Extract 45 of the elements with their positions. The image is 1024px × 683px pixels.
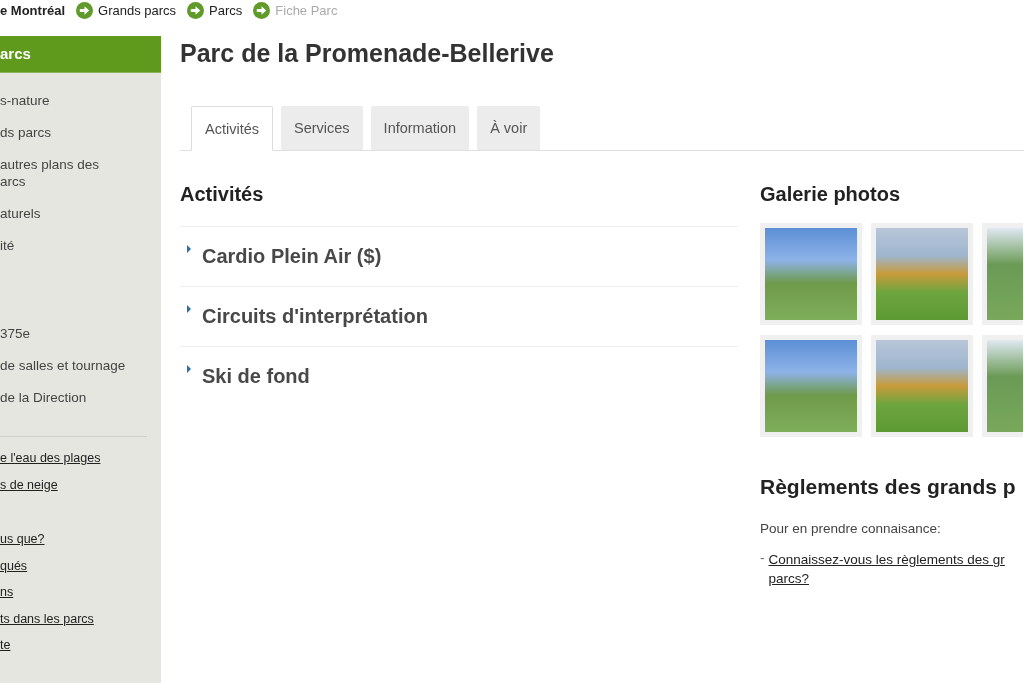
sidebar-title: arcs xyxy=(0,36,161,73)
activity-link[interactable]: Circuits d'interprétation xyxy=(202,304,428,328)
page-title: Parc de la Promenade-Bellerive xyxy=(180,38,555,69)
arrow-circle-icon xyxy=(253,1,271,19)
sidebar-item[interactable]: de salles et tournage xyxy=(0,350,161,382)
triangle-icon xyxy=(187,245,191,253)
tab[interactable]: À voir xyxy=(477,106,541,150)
section-heading: Galerie photos xyxy=(760,182,902,206)
tab[interactable]: Activités xyxy=(191,106,273,151)
intro-text: Pour en prendre connaisance: xyxy=(760,521,942,536)
photo-placeholder[interactable] xyxy=(982,335,1023,437)
tab[interactable]: Information xyxy=(370,106,470,150)
breadcrumb-link[interactable]: Parcs xyxy=(209,2,243,18)
activity-link[interactable]: Ski de fond xyxy=(202,364,310,388)
sidebar-link[interactable]: us que? xyxy=(0,532,45,546)
photo-placeholder[interactable] xyxy=(760,335,862,437)
arrow-circle-icon xyxy=(76,1,93,19)
section-heading: Règlements des grands p xyxy=(760,475,1017,499)
sidebar-item[interactable]: ds parcs xyxy=(0,117,161,149)
photo-placeholder[interactable] xyxy=(760,223,862,325)
section-heading: Activités xyxy=(180,182,265,206)
sidebar-item[interactable]: autres plans des arcs xyxy=(0,149,161,198)
arrow-circle-icon xyxy=(187,1,205,19)
sidebar-item[interactable]: s-nature xyxy=(0,85,161,117)
sidebar-link[interactable]: te xyxy=(0,638,11,652)
breadcrumb-link[interactable]: Grands parcs xyxy=(98,2,177,18)
sidebar-link[interactable]: ns xyxy=(0,585,14,599)
photo-placeholder[interactable] xyxy=(982,223,1023,325)
tab[interactable]: Services xyxy=(281,106,363,150)
sidebar-link[interactable]: e l'eau des plages xyxy=(0,451,101,465)
activity-link[interactable]: Cardio Plein Air ($) xyxy=(202,244,382,268)
sidebar-item[interactable]: 375e xyxy=(0,318,161,350)
sidebar-item[interactable]: ité xyxy=(0,230,161,262)
photo-placeholder[interactable] xyxy=(871,335,973,437)
photo-placeholder[interactable] xyxy=(871,223,973,325)
sidebar-link[interactable]: ts dans les parcs xyxy=(0,611,94,626)
dash-text: - xyxy=(760,550,765,567)
triangle-icon xyxy=(187,305,191,313)
sidebar-item[interactable]: de la Direction xyxy=(0,382,161,414)
sidebar-link[interactable]: qués xyxy=(0,558,28,573)
rules-link[interactable]: Connaissez-vous les règlements des gr parcs? xyxy=(768,550,1024,588)
sidebar-link[interactable]: s de neige xyxy=(0,477,58,492)
breadcrumb-link[interactable]: e Montréal xyxy=(0,2,65,18)
sidebar-item[interactable]: aturels xyxy=(0,198,161,230)
triangle-icon xyxy=(187,365,191,373)
